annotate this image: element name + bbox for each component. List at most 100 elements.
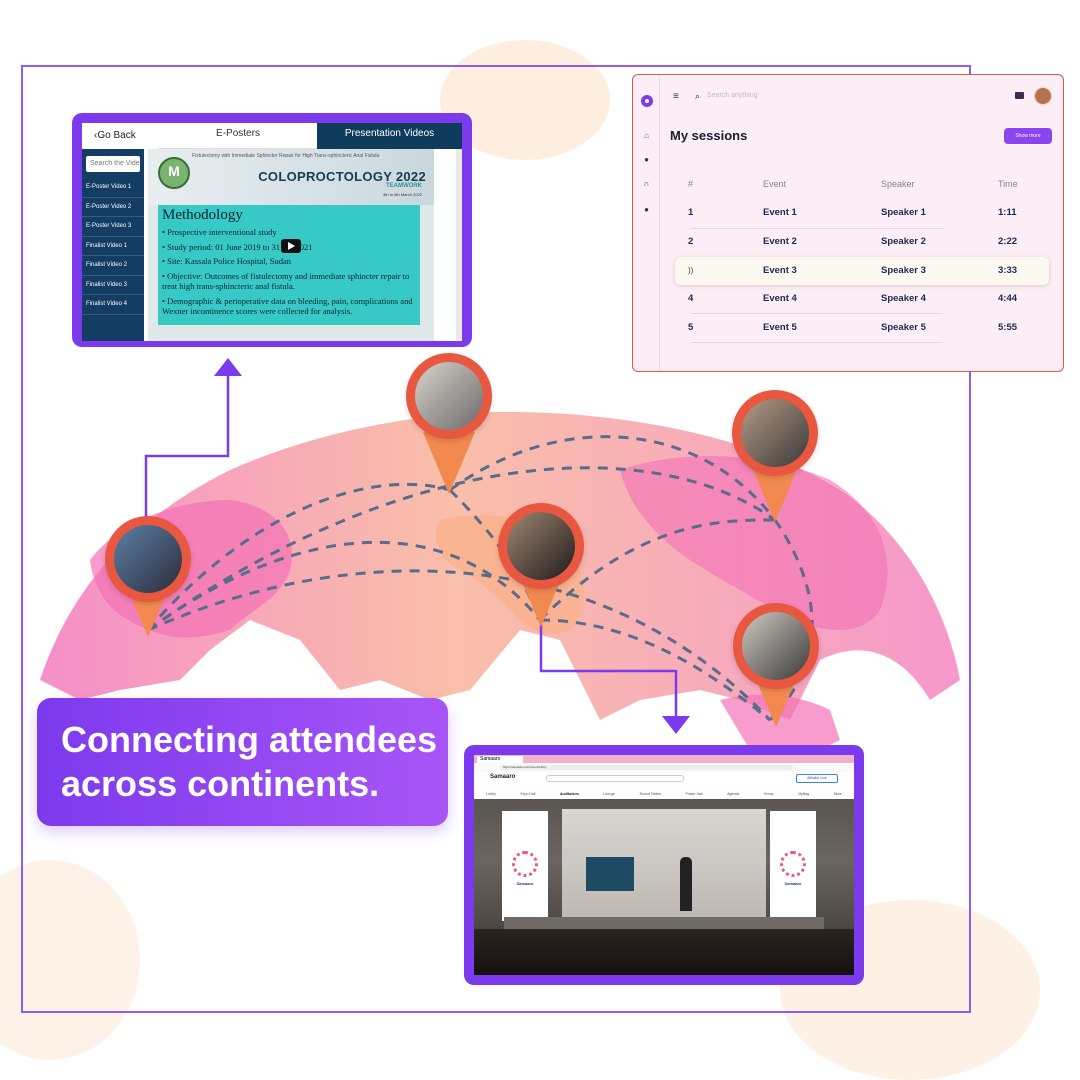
status-badge[interactable]: AiBuildr Live [796, 774, 838, 783]
auditorium-hall: Samaaro Samaaro [474, 799, 854, 975]
row-event: Event 5 [763, 322, 797, 333]
arrow-down-icon [662, 716, 690, 734]
row-speaker: Speaker 1 [881, 207, 926, 218]
samaaro-logo-icon [512, 851, 538, 877]
banner-right: Samaaro [770, 811, 816, 921]
sidebar-item-video[interactable]: E-Poster Video 2 [82, 198, 144, 217]
url-bar[interactable]: https://samaaro.com/event/lobby [500, 765, 793, 770]
attendee-photo [114, 525, 182, 593]
row-speaker: Speaker 4 [881, 293, 926, 304]
table-row[interactable]: 5 Event 5 Speaker 5 5:55 [673, 314, 1043, 342]
tab-presentation-videos[interactable]: Presentation Videos [317, 123, 462, 149]
play-icon[interactable] [281, 239, 301, 253]
nav-item[interactable]: Poster Hall [686, 783, 703, 799]
scrollbar[interactable] [456, 149, 462, 341]
row-time: 4:44 [998, 293, 1018, 304]
slide-bullet: • Site: Kassala Police Hospital, Sudan [162, 256, 292, 266]
arrow-up-icon [214, 358, 242, 376]
brand-logo[interactable]: Samaaro [490, 774, 515, 780]
video-search-input[interactable]: Search the Vide [86, 156, 140, 172]
sidebar-item-video[interactable]: Finalist Video 4 [82, 295, 144, 315]
app-logo-icon[interactable] [641, 95, 653, 107]
nav-item-active[interactable]: Auditorium [560, 783, 579, 799]
column-header-event: Event [763, 179, 787, 189]
row-event: Event 3 [763, 265, 797, 276]
nav-item[interactable]: MyBag [798, 783, 809, 799]
row-speaker: Speaker 3 [881, 265, 926, 276]
search-input[interactable] [546, 775, 684, 782]
row-speaker: Speaker 2 [881, 236, 926, 247]
banner-text: Samaaro [784, 881, 802, 886]
nav-item[interactable]: Expo Hall [520, 783, 535, 799]
row-number: 1 [688, 207, 694, 218]
nav-item[interactable]: Lobby [486, 783, 496, 799]
row-speaker: Speaker 5 [881, 322, 926, 333]
conference-title: COLOPROCTOLOGY 2022 [258, 169, 426, 184]
nav-item[interactable]: Round Tables [640, 783, 661, 799]
sessions-panel: ⌂ ● ∩ ● ≡ ⌕ Search anything My sessions … [632, 74, 1064, 372]
headline: Connecting attendees across continents. [61, 718, 441, 806]
browser-tab[interactable]: Samaaro [477, 756, 523, 763]
avatar[interactable] [1034, 87, 1052, 105]
slide-bullet: • Objective: Outcomes of fistulectomy an… [162, 270, 410, 292]
sidebar-item-video[interactable]: E-Poster Video 3 [82, 217, 144, 237]
row-event: Event 2 [763, 236, 797, 247]
bell-icon[interactable]: ● [642, 155, 651, 164]
column-header-speaker: Speaker [881, 179, 915, 189]
home-icon[interactable]: ⌂ [642, 131, 651, 140]
nav-item[interactable]: Group [764, 783, 774, 799]
go-back-label: Go Back [97, 130, 136, 141]
eposter-panel: ‹Go Back E-Posters Presentation Videos S… [72, 113, 472, 347]
headline-line: across continents. [61, 763, 380, 804]
chat-icon[interactable] [1015, 92, 1024, 99]
nav-item[interactable]: More [834, 783, 842, 799]
nav-item[interactable]: Agenda [727, 783, 739, 799]
headline-card: Connecting attendees across continents. [37, 698, 448, 826]
slide-bullet: • Demographic & perioperative data on bl… [162, 295, 413, 317]
row-time: 5:55 [998, 322, 1018, 333]
slide-subtitle: Fistulectomy with Immediate Sphincter Re… [192, 153, 380, 159]
row-time: 1:11 [998, 207, 1017, 218]
attendee-photo [741, 399, 809, 467]
slide-bullet: • Prospective interventional study [162, 227, 277, 237]
video-sidebar: Search the Vide E-Poster Video 1 E-Poste… [82, 149, 144, 341]
table-row[interactable]: 1 Event 1 Speaker 1 1:11 [673, 199, 1043, 227]
slide-heading: Methodology [162, 207, 243, 223]
search-icon[interactable]: ⌕ [695, 91, 700, 102]
sessions-sidebar: ⌂ ● ∩ ● [633, 75, 660, 371]
user-icon[interactable]: ● [642, 205, 651, 214]
conference-date: 4th to 6th March 2022 [383, 192, 422, 197]
row-event: Event 1 [763, 207, 797, 218]
sidebar-item-video[interactable]: Finalist Video 2 [82, 256, 144, 276]
page-title: My sessions [670, 128, 748, 143]
table-row-active[interactable]: )) Event 3 Speaker 3 3:33 [673, 257, 1043, 285]
go-back-button[interactable]: ‹Go Back [82, 123, 159, 149]
column-header-time: Time [998, 179, 1018, 189]
audience [474, 929, 854, 975]
search-input[interactable]: Search anything [707, 92, 758, 99]
tab-eposters[interactable]: E-Posters [159, 123, 317, 149]
event-nav: Lobby Expo Hall Auditorium Lounge Round … [474, 783, 854, 800]
row-number: 4 [688, 293, 694, 304]
row-time: 2:22 [998, 236, 1018, 247]
sidebar-item-video[interactable]: Finalist Video 3 [82, 276, 144, 295]
headline-line: Connecting attendees [61, 719, 438, 760]
browser-tabbar: Samaaro [474, 755, 854, 763]
attendee-photo [507, 512, 575, 580]
conference-logo: M [158, 157, 190, 189]
table-row[interactable]: 4 Event 4 Speaker 4 4:44 [673, 285, 1043, 313]
row-number: 2 [688, 236, 694, 247]
auditorium-panel: Samaaro https://samaaro.com/event/lobby … [464, 745, 864, 985]
banner-text: Samaaro [516, 881, 534, 886]
auditorium-screen: Samaaro https://samaaro.com/event/lobby … [474, 755, 854, 975]
table-row[interactable]: 2 Event 2 Speaker 2 2:22 [673, 228, 1043, 256]
sidebar-item-video[interactable]: Finalist Video 1 [82, 237, 144, 256]
row-divider [691, 342, 943, 343]
conference-team: TEAMWORK [386, 183, 422, 189]
show-more-button[interactable]: Show more [1004, 128, 1052, 144]
nav-item[interactable]: Lounge [603, 783, 615, 799]
menu-toggle-icon[interactable]: ≡ [673, 91, 679, 102]
sidebar-item-video[interactable]: E-Poster Video 1 [82, 178, 144, 198]
headset-icon[interactable]: ∩ [642, 179, 651, 188]
video-player[interactable]: M Fistulectomy with Immediate Sphincter … [148, 149, 434, 341]
